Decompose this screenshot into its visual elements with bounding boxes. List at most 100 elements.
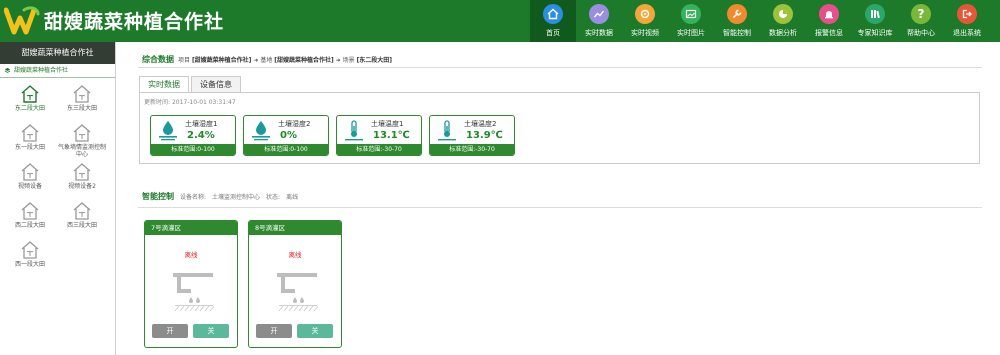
sidebar-item-west-3[interactable]: 西三段大田 [56, 199, 108, 238]
update-label: 更新时间: [144, 99, 171, 106]
sidebar-item-label: 西三段大田 [66, 222, 97, 229]
nav-home[interactable]: 首页 [530, 0, 576, 42]
nav-label: 实时数据 [585, 29, 613, 37]
crumb-field-label: 场景 [342, 57, 355, 64]
tab-realtime-data[interactable]: 实时数据 [139, 76, 189, 92]
zone-status: 离线 [288, 251, 302, 259]
device-name-label: 设备名称: [180, 194, 207, 201]
sensor-card[interactable]: 土壤湿度2 0% 标准范围:0-100 [243, 115, 329, 156]
update-time: 更新时间: 2017-10-01 03:31:47 [144, 97, 236, 106]
zone-name: 8号滴灌区 [249, 221, 341, 235]
sidebar-item-video-1[interactable]: 视频设备 [4, 160, 56, 199]
sensor-card[interactable]: 土壤温度2 13.9℃ 标准范围:-30-70 [429, 115, 515, 156]
greenhouse-icon [21, 241, 39, 259]
sensor-range: 标准范围:0-100 [151, 144, 235, 155]
question-icon: ? [911, 4, 931, 24]
sensor-range: 标准范围:-30-70 [430, 144, 514, 155]
greenhouse-icon [21, 202, 39, 220]
nav-realtime-image[interactable]: 实时图片 [668, 0, 714, 42]
overview-header: 综合数据 项目 [甜嫂蔬菜种植合作社] ➜ 基地 [甜嫂蔬菜种植合作社] ➜ 场… [142, 54, 392, 65]
sidebar-item-east-1[interactable]: 东一段大田 [4, 121, 56, 160]
sidebar-tree-root[interactable]: 甜嫂蔬菜种植合作社 [0, 64, 115, 78]
sensor-card[interactable]: 土壤温度1 13.1℃ 标准范围:-30-70 [336, 115, 422, 156]
sidebar-item-weather-center[interactable]: 气象墒情监测控制中心 [56, 121, 108, 160]
nav-realtime-data[interactable]: 实时数据 [576, 0, 622, 42]
field-list: 东二段大田 东三段大田 东一段大田 气象墒情监测控制中心 视频设备 视频设备2 … [0, 78, 115, 277]
soil-thermometer-icon [438, 120, 456, 141]
switch-on-button[interactable]: 开 [152, 324, 188, 338]
realtime-panel: 更新时间: 2017-10-01 03:31:47 土壤湿度1 2.4% 标准范… [139, 92, 980, 164]
greenhouse-icon [73, 202, 91, 220]
greenhouse-icon [73, 85, 91, 103]
nav-exit-system[interactable]: 退出系统 [944, 0, 990, 42]
nav-data-analysis[interactable]: 数据分析 [760, 0, 806, 42]
sidebar-subtitle: 甜嫂蔬菜种植合作社 [14, 66, 69, 74]
nav-expert-knowledge[interactable]: 专家知识库 [852, 0, 898, 42]
sidebar-item-label: 西一段大田 [14, 261, 45, 268]
sensor-value: 0% [280, 130, 297, 141]
zone-name: 7号滴灌区 [145, 221, 237, 235]
nav-label: 实时图片 [677, 29, 705, 37]
switch-off-button[interactable]: 关 [297, 324, 333, 338]
sensor-range: 标准范围:0-100 [244, 144, 328, 155]
sidebar-item-east-2[interactable]: 东二段大田 [4, 82, 56, 121]
nav-smart-control[interactable]: 智能控制 [714, 0, 760, 42]
device-status-label: 状态: [266, 194, 281, 201]
crumb-field[interactable]: [东二段大田] [357, 57, 393, 64]
sensor-range: 标准范围:-30-70 [337, 144, 421, 155]
greenhouse-icon [73, 163, 91, 181]
sidebar-item-east-3[interactable]: 东三段大田 [56, 82, 108, 121]
sidebar-item-label: 视频设备2 [68, 183, 96, 190]
crumb-base[interactable]: [甜嫂蔬菜种植合作社] [274, 57, 334, 64]
sensor-card[interactable]: 土壤湿度1 2.4% 标准范围:0-100 [150, 115, 236, 156]
device-name: 土壤监测控制中心 [212, 194, 261, 201]
sidebar-item-label: 视频设备 [17, 183, 42, 190]
greenhouse-icon [21, 85, 39, 103]
nav-help-center[interactable]: ? 帮助中心 [898, 0, 944, 42]
sidebar-item-west-2[interactable]: 西二段大田 [4, 199, 56, 238]
exit-icon [957, 4, 977, 24]
nav-realtime-video[interactable]: 实时视频 [622, 0, 668, 42]
control-header: 智能控制 设备名称: 土壤监测控制中心 状态: 离线 [142, 191, 298, 202]
alarm-icon [819, 4, 839, 24]
crumb-project-label: 项目 [178, 57, 191, 64]
arrow-right-icon: ➜ [335, 57, 341, 64]
crumb-project[interactable]: [甜嫂蔬菜种植合作社] [192, 57, 252, 64]
soil-moisture-icon [252, 121, 270, 141]
device-status: 离线 [286, 194, 299, 201]
layers-icon [4, 67, 11, 73]
logo-icon [4, 6, 40, 35]
data-tabs: 实时数据 设备信息 [139, 76, 243, 92]
switch-buttons: 开 关 [152, 324, 229, 338]
drip-irrigation-icon [277, 273, 319, 312]
switch-on-button[interactable]: 开 [256, 324, 292, 338]
main-nav: 首页 实时数据 实时视频 实时图片 智能控制 数据分析 报警信息 专家知识库 ?… [530, 0, 990, 42]
app-title: 甜嫂蔬菜种植合作社 [44, 11, 225, 33]
sensor-name: 土壤温度2 [464, 120, 497, 128]
sensor-value: 13.9℃ [466, 130, 503, 141]
sensor-name: 土壤湿度1 [185, 120, 218, 128]
nav-alarm-info[interactable]: 报警信息 [806, 0, 852, 42]
greenhouse-icon [21, 124, 39, 142]
sidebar-item-label: 东三段大田 [66, 105, 97, 112]
wrench-icon [727, 4, 747, 24]
irrigation-zone-card: 7号滴灌区 离线 开 关 [144, 220, 238, 348]
overview-title: 综合数据 [142, 55, 174, 64]
drip-irrigation-icon [173, 273, 215, 312]
nav-label: 数据分析 [769, 29, 797, 37]
sensor-value: 13.1℃ [373, 130, 410, 141]
sidebar-item-west-1[interactable]: 西一段大田 [4, 238, 56, 277]
nav-label: 报警信息 [815, 29, 843, 37]
greenhouse-icon [73, 124, 91, 142]
sidebar-item-label: 西二段大田 [14, 222, 45, 229]
nav-label: 智能控制 [723, 29, 751, 37]
sidebar-item-label: 东一段大田 [14, 144, 45, 151]
sidebar-item-video-2[interactable]: 视频设备2 [56, 160, 108, 199]
nav-label: 首页 [546, 29, 560, 37]
update-value: 2017-10-01 03:31:47 [171, 99, 236, 106]
line-chart-icon [589, 4, 609, 24]
breadcrumb: 项目 [甜嫂蔬菜种植合作社] ➜ 基地 [甜嫂蔬菜种植合作社] ➜ 场景 [东二… [178, 55, 392, 64]
tab-device-info[interactable]: 设备信息 [191, 76, 241, 92]
zone-status: 离线 [184, 251, 198, 259]
switch-off-button[interactable]: 关 [193, 324, 229, 338]
